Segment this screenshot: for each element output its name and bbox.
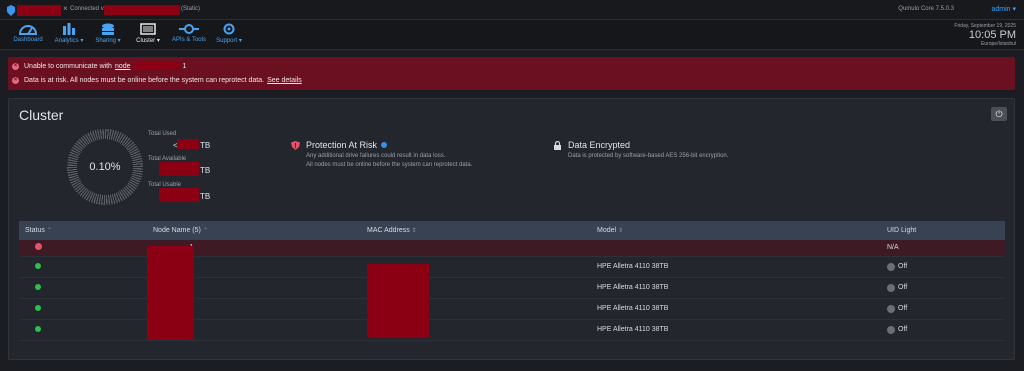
col-uid-light: UID Light (887, 227, 917, 234)
sharing-icon (102, 23, 114, 35)
page-title: Cluster (19, 107, 64, 123)
unit-label: TB (200, 166, 211, 175)
analytics-icon (63, 23, 75, 35)
ok-status-icon (35, 283, 41, 290)
dashboard-icon (18, 25, 38, 35)
redacted-value (177, 139, 199, 149)
led-icon (887, 283, 895, 292)
encryption-status: Data Encrypted Data is protected by soft… (553, 140, 728, 159)
node-model: HPE Alletra 4110 38TB (597, 263, 669, 270)
led-icon (887, 304, 895, 313)
table-header: Status ⌃ Node Name (5) ⌃ MAC Address ⇕ Mode… (19, 221, 1005, 240)
uid-light-toggle[interactable]: Off (887, 304, 1005, 313)
timezone-label: Europe/Istanbul (980, 41, 1016, 47)
node-model (591, 240, 881, 256)
redacted-node-names (147, 246, 194, 340)
node-model: HPE Alletra 4110 38TB (597, 284, 669, 291)
close-icon[interactable]: × (63, 4, 68, 13)
connection-mode: (Static) (181, 6, 201, 12)
uid-light-toggle[interactable]: Off (887, 283, 1005, 292)
lock-icon (554, 140, 561, 150)
nav-analytics[interactable]: Analytics ▾ (52, 23, 86, 44)
nav-support[interactable]: Support ▾ (214, 23, 244, 44)
usage-percent: 0.10% (77, 139, 133, 195)
uid-light-value: N/A (887, 244, 899, 252)
see-details-link[interactable]: See details (267, 77, 302, 84)
unit-label: TB (200, 192, 211, 201)
power-icon: ⏻ (995, 109, 1003, 119)
nav-apis-tools[interactable]: APIs & Tools (170, 23, 208, 43)
nav-cluster[interactable]: Cluster ▾ (134, 23, 162, 44)
redacted-hostname (17, 5, 61, 16)
col-model[interactable]: Model ⇕ (591, 221, 881, 240)
uid-light-toggle[interactable]: Off (887, 325, 1005, 334)
ok-status-icon (35, 262, 41, 269)
alert-node-unreachable: × Unable to communicate with node 1 (12, 62, 187, 70)
nav-dashboard[interactable]: Dashboard (10, 23, 46, 43)
ok-status-icon (35, 325, 41, 332)
qumulo-logo-icon (7, 5, 15, 16)
col-status[interactable]: Status ⌃ (19, 221, 147, 240)
info-icon[interactable] (381, 142, 388, 148)
cluster-icon (140, 23, 156, 35)
date-time: Friday, September 19, 2025 10:05 PM Euro… (954, 23, 1016, 47)
connection-label: Connected via (70, 6, 109, 12)
support-icon (223, 23, 235, 35)
redacted-mac-addresses (367, 264, 429, 338)
unit-label: TB (200, 141, 211, 150)
error-status-icon (35, 243, 42, 251)
led-icon (887, 262, 895, 271)
node-model: HPE Alletra 4110 38TB (597, 305, 669, 312)
ok-status-icon (35, 304, 41, 311)
redacted-value (159, 162, 199, 176)
node-model: HPE Alletra 4110 38TB (597, 326, 669, 333)
col-node-name[interactable]: Node Name (5) ⌃ (147, 221, 361, 240)
uid-light-toggle[interactable]: Off (887, 262, 1005, 271)
total-used-label: Total Used (148, 131, 177, 137)
version-label: Qumulo Core 7.5.0.3 (898, 6, 954, 12)
alert-data-at-risk: × Data is at risk. All nodes must be onl… (12, 77, 302, 84)
col-mac-address[interactable]: MAC Address ⇕ (361, 221, 591, 240)
usage-ring: 0.10% (67, 129, 143, 205)
redacted-node-name (133, 62, 180, 70)
power-button[interactable]: ⏻ (991, 107, 1007, 121)
led-icon (887, 325, 895, 334)
redacted-value (159, 188, 199, 202)
error-icon: × (12, 77, 19, 84)
protection-status: Protection At Risk Any additional drive … (291, 140, 472, 168)
error-icon: × (12, 62, 19, 70)
shield-alert-icon (291, 140, 300, 150)
time-label: 10:05 PM (968, 29, 1016, 41)
node-link[interactable]: node (115, 63, 131, 70)
admin-menu[interactable]: admin ▾ (991, 5, 1016, 13)
main-nav: Dashboard Analytics ▾ Sharing ▾ Cluster … (0, 20, 1024, 50)
alert-banner: × Unable to communicate with node 1 × Da… (8, 57, 1015, 90)
nav-sharing[interactable]: Sharing ▾ (93, 23, 123, 44)
top-bar: × Connected via (Static) Qumulo Core 7.5… (0, 0, 1024, 20)
redacted-address (104, 5, 180, 15)
api-tools-icon (179, 24, 199, 34)
